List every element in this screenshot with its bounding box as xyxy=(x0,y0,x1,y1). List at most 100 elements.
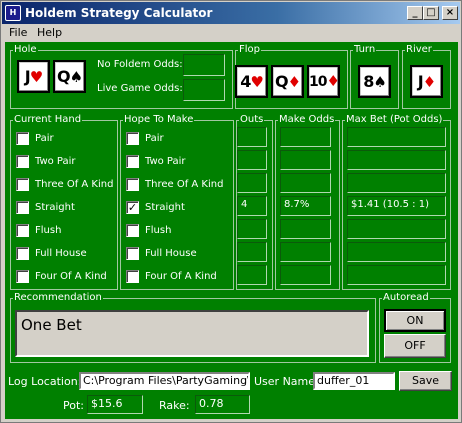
app-icon: H xyxy=(5,5,21,21)
current-hand-label: Four Of A Kind xyxy=(35,271,107,282)
max-bet-value xyxy=(347,265,446,285)
main-panel: Hole J♥ Q♠ No Foldem Odds: Live Game Odd… xyxy=(5,42,458,419)
max-bet-value xyxy=(347,150,446,170)
checkmark-icon[interactable]: ✓ xyxy=(126,201,139,214)
current-hand-checkbox-row[interactable]: Flush xyxy=(16,223,116,239)
hope-to-make-checkbox-row[interactable]: ✓ Straight xyxy=(126,200,226,216)
window-title: Holdem Strategy Calculator xyxy=(25,6,213,20)
current-hand-checkbox-row[interactable]: Pair xyxy=(16,131,116,147)
current-hand-checkbox[interactable] xyxy=(16,132,29,145)
hope-to-make-checkbox[interactable] xyxy=(126,178,139,191)
hope-to-make-checkbox-row[interactable]: Three Of A Kind xyxy=(126,177,226,193)
current-hand-checkbox[interactable] xyxy=(16,178,29,191)
no-foldem-odds-value xyxy=(183,54,225,76)
current-hand-label: Three Of A Kind xyxy=(35,179,114,190)
river-legend: River xyxy=(406,44,432,55)
no-foldem-odds-label: No Foldem Odds: xyxy=(97,59,183,70)
max-bet-value xyxy=(347,127,446,147)
outs-value xyxy=(237,173,267,193)
make-odds-value xyxy=(280,127,331,147)
diamond-icon: ♦ xyxy=(422,73,436,91)
max-bet-value: $1.41 (10.5 : 1) xyxy=(347,196,446,216)
hole-card-2[interactable]: Q♠ xyxy=(53,60,86,93)
hope-to-make-checkbox[interactable] xyxy=(126,270,139,283)
minimize-button[interactable]: _ xyxy=(407,6,423,20)
flop-card-3[interactable]: 10♦ xyxy=(307,65,340,98)
hope-to-make-checkbox-row[interactable]: Flush xyxy=(126,223,226,239)
close-button[interactable]: × xyxy=(442,6,458,20)
app-window: H Holdem Strategy Calculator _ □ × File … xyxy=(0,0,462,423)
max-bet-value xyxy=(347,219,446,239)
current-hand-checkbox-row[interactable]: Straight xyxy=(16,200,116,216)
make-odds-legend: Make Odds xyxy=(279,114,335,125)
flop-card-1-rank: 4 xyxy=(240,72,251,91)
diamond-icon: ♦ xyxy=(326,72,339,90)
max-bet-value xyxy=(347,173,446,193)
title-bar[interactable]: H Holdem Strategy Calculator _ □ × xyxy=(2,2,460,24)
current-hand-checkbox-row[interactable]: Three Of A Kind xyxy=(16,177,116,193)
recommendation-text: One Bet xyxy=(15,310,369,357)
river-card[interactable]: J♦ xyxy=(410,65,443,98)
outs-value xyxy=(237,265,267,285)
current-hand-checkbox-row[interactable]: Full House xyxy=(16,246,116,262)
pot-value: $15.6 xyxy=(87,395,143,414)
hope-to-make-label: Full House xyxy=(145,248,197,259)
current-hand-checkbox[interactable] xyxy=(16,247,29,260)
outs-value xyxy=(237,150,267,170)
turn-legend: Turn xyxy=(354,44,376,55)
max-bet-legend: Max Bet (Pot Odds) xyxy=(346,114,443,125)
save-button[interactable]: Save xyxy=(399,371,452,391)
hope-to-make-label: Flush xyxy=(145,225,172,236)
hole-card-2-rank: Q xyxy=(56,67,71,86)
current-hand-checkbox[interactable] xyxy=(16,224,29,237)
current-hand-checkbox-row[interactable]: Two Pair xyxy=(16,154,116,170)
diamond-icon: ♦ xyxy=(287,73,301,91)
hope-to-make-checkbox-row[interactable]: Pair xyxy=(126,131,226,147)
hole-card-1[interactable]: J♥ xyxy=(17,60,50,93)
flop-card-1[interactable]: 4♥ xyxy=(235,65,268,98)
turn-card[interactable]: 8♠ xyxy=(358,65,391,98)
make-odds-value xyxy=(280,219,331,239)
menu-file[interactable]: File xyxy=(9,26,27,40)
current-hand-label: Pair xyxy=(35,133,54,144)
hole-legend: Hole xyxy=(14,44,37,55)
user-name-label: User Name: xyxy=(254,375,319,388)
hope-to-make-label: Two Pair xyxy=(145,156,186,167)
current-hand-checkbox[interactable] xyxy=(16,201,29,214)
hope-to-make-label: Four Of A Kind xyxy=(145,271,217,282)
hope-to-make-checkbox-row[interactable]: Full House xyxy=(126,246,226,262)
menu-file-label: File xyxy=(9,26,28,39)
flop-card-2[interactable]: Q♦ xyxy=(271,65,304,98)
spade-icon: ♠ xyxy=(373,73,386,91)
max-bet-value xyxy=(347,242,446,262)
current-hand-checkbox[interactable] xyxy=(16,270,29,283)
live-game-odds-label: Live Game Odds: xyxy=(97,83,183,94)
current-hand-label: Two Pair xyxy=(35,156,76,167)
hope-to-make-checkbox[interactable] xyxy=(126,224,139,237)
hope-to-make-label: Pair xyxy=(145,133,164,144)
hope-to-make-checkbox-row[interactable]: Four Of A Kind xyxy=(126,269,226,285)
autoread-legend: Autoread xyxy=(383,292,429,303)
hope-to-make-checkbox[interactable] xyxy=(126,132,139,145)
outs-value xyxy=(237,127,267,147)
current-hand-checkbox[interactable] xyxy=(16,155,29,168)
autoread-off-button[interactable]: OFF xyxy=(384,334,446,358)
rake-label: Rake: xyxy=(159,399,190,412)
outs-value xyxy=(237,242,267,262)
hope-to-make-checkbox[interactable] xyxy=(126,247,139,260)
recommendation-legend: Recommendation xyxy=(14,292,102,303)
heart-icon: ♥ xyxy=(250,73,263,91)
hope-to-make-label: Straight xyxy=(145,202,185,213)
hope-to-make-checkbox-row[interactable]: Two Pair xyxy=(126,154,226,170)
menu-help[interactable]: Help xyxy=(37,26,62,40)
current-hand-checkbox-row[interactable]: Four Of A Kind xyxy=(16,269,116,285)
make-odds-value xyxy=(280,242,331,262)
pot-label: Pot: xyxy=(63,399,84,412)
outs-value: 4 xyxy=(237,196,267,216)
maximize-button[interactable]: □ xyxy=(423,6,439,20)
autoread-on-button[interactable]: ON xyxy=(384,309,446,332)
hope-to-make-checkbox[interactable] xyxy=(126,155,139,168)
make-odds-value: 8.7% xyxy=(280,196,331,216)
user-name-input[interactable]: duffer_01 xyxy=(313,372,395,390)
log-location-input[interactable]: C:\Program Files\PartyGaming\ xyxy=(79,372,250,390)
